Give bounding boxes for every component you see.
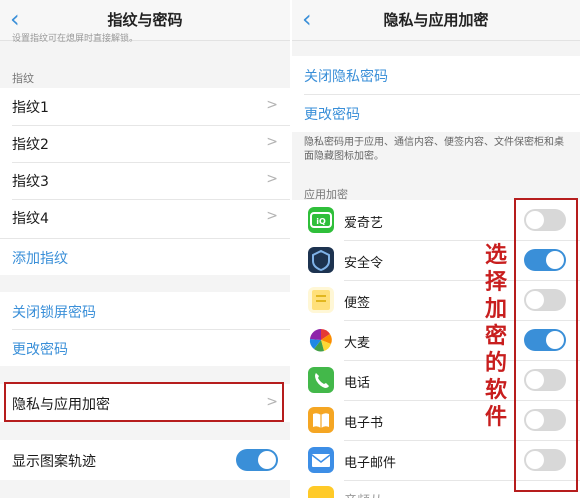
divider: [304, 94, 580, 95]
app-name-partial: 音频从...: [344, 490, 395, 498]
fingerprint-item-3[interactable]: 指纹3: [12, 171, 49, 191]
fingerprint-password-screen: ‹ 指纹与密码 设置指纹可在熄屏时直接解锁。 指纹 指纹1 > 指纹2 > 指纹…: [0, 0, 290, 498]
email-icon: [308, 447, 334, 473]
chevron-right-icon: >: [266, 134, 278, 150]
divider: [12, 199, 290, 200]
fingerprint-list: 指纹1 > 指纹2 > 指纹3 > 指纹4 >: [0, 88, 290, 238]
notes-icon: [308, 287, 334, 313]
close-privacy-password-link[interactable]: 关闭隐私密码: [304, 66, 388, 86]
chevron-right-icon: >: [266, 208, 278, 224]
highlight-box-toggles: [514, 198, 578, 492]
divider: [12, 162, 290, 163]
privacy-description: 隐私密码用于应用、通信内容、便签内容、文件保密柜和桌面隐藏图标加密。: [304, 137, 564, 162]
divider: [12, 329, 290, 330]
password-options: 关闭锁屏密码 更改密码: [0, 292, 290, 366]
iqiyi-icon: iQ: [308, 207, 334, 233]
chevron-right-icon: >: [266, 171, 278, 187]
change-password-link[interactable]: 更改密码: [304, 104, 360, 124]
app-name: 电话: [344, 376, 371, 391]
change-password-link[interactable]: 更改密码: [12, 339, 68, 359]
privacy-password-options: 关闭隐私密码 更改密码: [292, 56, 580, 132]
app-name: 电子书: [344, 416, 384, 431]
highlight-box: [4, 382, 284, 422]
section-label-fingerprint: 指纹: [12, 72, 34, 85]
chevron-right-icon: >: [266, 97, 278, 113]
app-name: 安全令: [344, 256, 384, 271]
phone-icon: [308, 367, 334, 393]
add-fingerprint-row[interactable]: 添加指纹: [0, 238, 290, 275]
app-name: 大麦: [344, 336, 371, 351]
music-app-icon: [308, 486, 334, 498]
toggle-knob: [258, 451, 276, 469]
close-lock-password-link[interactable]: 关闭锁屏密码: [12, 302, 96, 322]
show-pattern-label: 显示图案轨迹: [12, 454, 96, 470]
page-title: 隐私与应用加密: [383, 11, 489, 29]
app-name: 电子邮件: [344, 456, 397, 471]
top-hint: 设置指纹可在熄屏时直接解锁。: [12, 34, 139, 44]
fingerprint-item-1[interactable]: 指纹1: [12, 97, 49, 117]
divider: [12, 125, 290, 126]
app-name: 便签: [344, 296, 371, 311]
privacy-app-encryption-screen: ‹ 隐私与应用加密 关闭隐私密码 更改密码 隐私密码用于应用、通信内容、便签内容…: [292, 0, 580, 498]
annotation-text: 选择加密的软件: [484, 243, 507, 430]
svg-text:iQ: iQ: [316, 217, 326, 226]
nav-bar: ‹ 隐私与应用加密: [292, 0, 580, 41]
ebook-icon: [308, 407, 334, 433]
app-name: 爱奇艺: [344, 216, 384, 231]
security-token-icon: [308, 247, 334, 273]
screenshot-composite: ‹ 指纹与密码 设置指纹可在熄屏时直接解锁。 指纹 指纹1 > 指纹2 > 指纹…: [0, 0, 580, 498]
damai-icon: [308, 327, 334, 353]
fingerprint-item-4[interactable]: 指纹4: [12, 208, 49, 228]
add-fingerprint-link[interactable]: 添加指纹: [12, 248, 68, 268]
show-pattern-row: 显示图案轨迹: [0, 440, 290, 480]
show-pattern-toggle[interactable]: [236, 449, 278, 471]
fingerprint-item-2[interactable]: 指纹2: [12, 134, 49, 154]
